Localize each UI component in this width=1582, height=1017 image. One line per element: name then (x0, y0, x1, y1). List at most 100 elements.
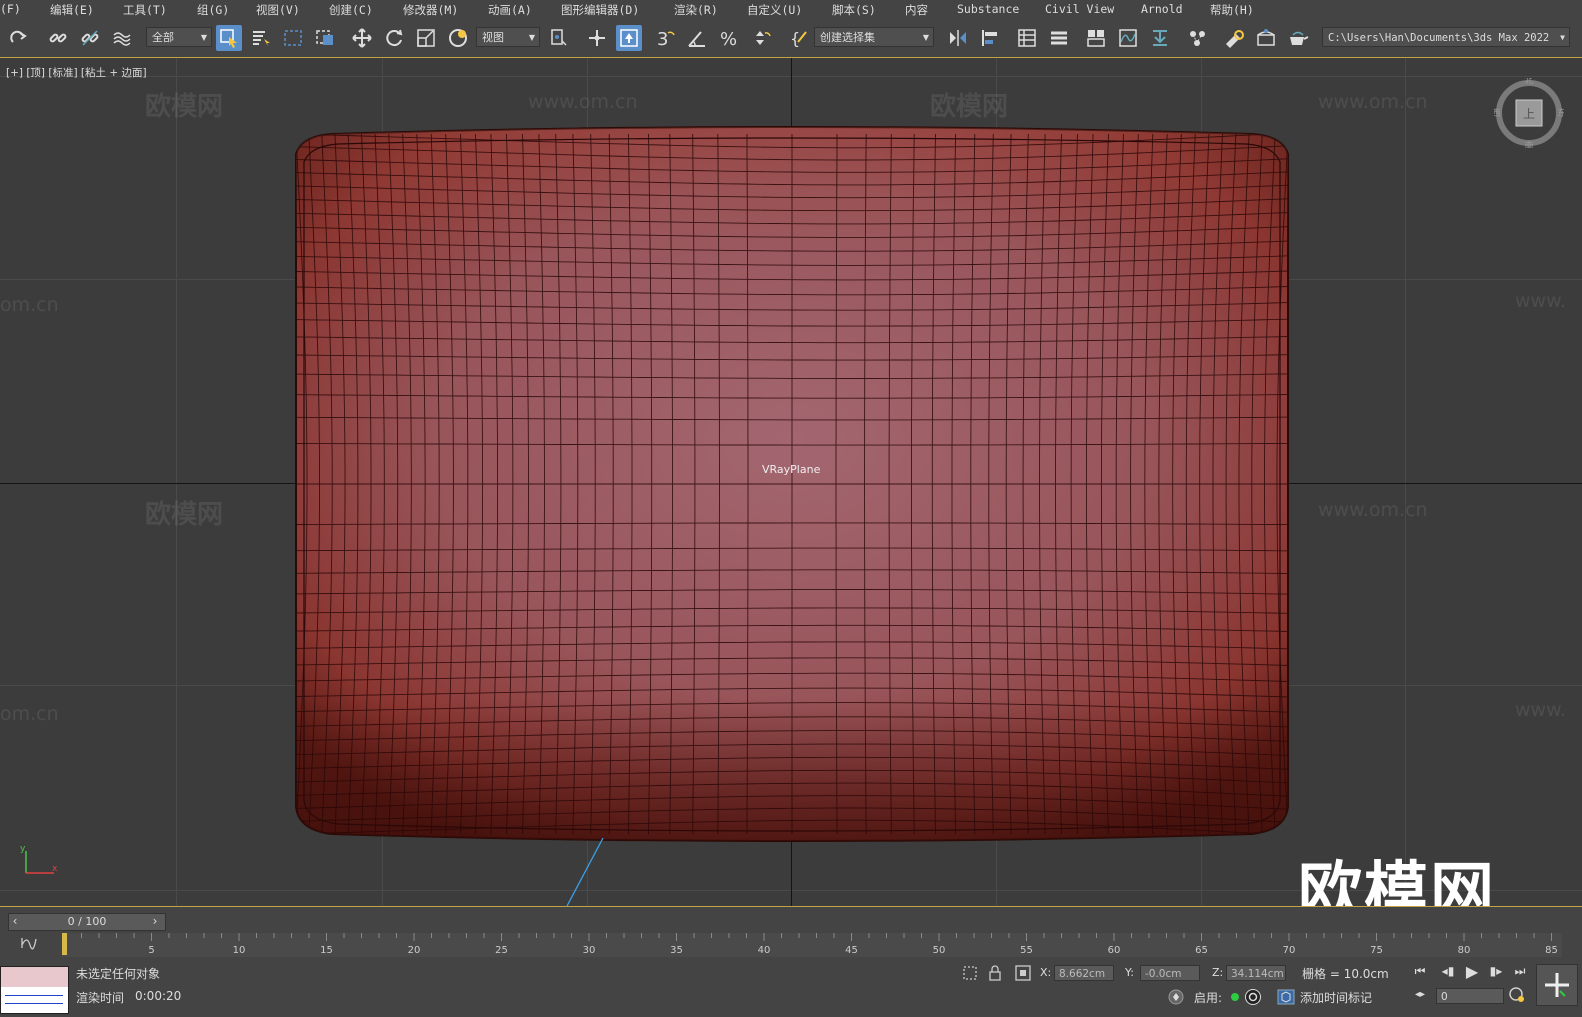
menu-rendering[interactable]: 渲染(R) (674, 2, 718, 18)
curve-editor-toggle-icon[interactable] (18, 933, 40, 953)
x-coordinate-field[interactable]: 8.662cm (1054, 965, 1114, 981)
previous-frame-icon[interactable]: ◂▮ (1438, 962, 1458, 980)
time-slider[interactable]: 0 / 100 (8, 913, 166, 931)
camera-line (566, 838, 604, 906)
go-to-start-icon[interactable]: ⏮ (1410, 962, 1430, 980)
time-configuration-icon[interactable] (1508, 986, 1526, 1004)
svg-text:西: 西 (1494, 108, 1501, 119)
time-tag-toggle-icon[interactable] (1244, 988, 1262, 1006)
viewcube[interactable]: 上 北 南 东 西 (1494, 78, 1564, 148)
prev-frame-icon[interactable]: ‹ (8, 913, 22, 929)
scene-explorer-icon[interactable] (1014, 25, 1040, 51)
menu-modifiers[interactable]: 修改器(M) (403, 2, 458, 18)
move-icon[interactable] (349, 25, 375, 51)
ruler-label: 15 (320, 945, 333, 956)
unlink-icon[interactable] (77, 25, 103, 51)
menu-tools[interactable]: 工具(T) (123, 2, 167, 18)
svg-text:东: 东 (1557, 107, 1564, 119)
placement-icon[interactable] (445, 25, 471, 51)
selection-status: 未选定任何对象 (76, 967, 161, 981)
material-editor-icon[interactable] (1184, 25, 1210, 51)
menu-edit[interactable]: 编辑(E) (50, 2, 94, 18)
align-icon[interactable] (977, 25, 1003, 51)
menu-substance[interactable]: Substance (957, 2, 1019, 16)
bind-space-warp-icon[interactable] (109, 25, 135, 51)
angle-snap-icon[interactable] (684, 25, 710, 51)
scale-icon[interactable] (413, 25, 439, 51)
key-mode-icon[interactable]: ◂▸ (1412, 986, 1428, 1002)
current-frame-field[interactable]: 0 (1436, 988, 1504, 1004)
redo-icon[interactable] (6, 25, 32, 51)
menu-create[interactable]: 创建(C) (329, 2, 373, 18)
timeline-ruler[interactable]: 5 10 15 20 25 30 35 40 45 50 55 60 65 70 75 80 85 (62, 933, 1562, 957)
viewport-navigation-icon[interactable] (1536, 964, 1578, 1006)
watermark: om.cn (0, 294, 59, 316)
menu-help[interactable]: 帮助(H) (1210, 2, 1254, 18)
curve-editor-icon[interactable] (1115, 25, 1141, 51)
project-path-dropdown[interactable]: C:\Users\Han\Documents\3ds Max 2022 ▼ (1322, 27, 1570, 47)
ruler-label: 55 (1020, 945, 1033, 956)
reference-coordinate-dropdown[interactable]: 视图 ▼ (476, 27, 540, 47)
current-frame-marker[interactable] (62, 933, 67, 955)
menu-scripting[interactable]: 脚本(S) (832, 2, 876, 18)
link-icon[interactable] (45, 25, 71, 51)
next-frame-icon[interactable]: ▮▸ (1486, 962, 1506, 980)
spinner-snap-icon[interactable] (748, 25, 774, 51)
rendered-frame-window-icon[interactable] (1253, 25, 1279, 51)
window-crossing-icon[interactable] (312, 25, 338, 51)
z-coordinate-field[interactable]: 34.114cm (1226, 965, 1286, 981)
watermark: www.om.cn (1318, 499, 1428, 521)
viewport-top[interactable]: 欧模网 www.om.cn 欧模网 www.om.cn om.cn www. 欧… (0, 58, 1582, 906)
percent-snap-icon[interactable]: % (716, 25, 742, 51)
watermark: www.om.cn (528, 91, 638, 113)
menu-graph-editors[interactable]: 图形编辑器(D) (561, 2, 639, 18)
isolate-selection-icon[interactable] (960, 964, 980, 982)
ribbon-icon[interactable] (1083, 25, 1109, 51)
watermark: www. (1515, 699, 1566, 721)
svg-text:北: 北 (1524, 78, 1533, 86)
ruler-label: 25 (495, 945, 508, 956)
snaps-toggle-icon[interactable]: 3 (652, 25, 678, 51)
go-to-end-icon[interactable]: ⏭ (1510, 962, 1530, 980)
layer-explorer-icon[interactable] (1046, 25, 1072, 51)
maxscript-listener-thumb[interactable] (0, 966, 69, 1014)
menu-group[interactable]: 组(G) (197, 2, 229, 18)
edit-named-selection-icon[interactable]: { (786, 25, 812, 51)
named-selection-set-dropdown[interactable]: 创建选择集 ▼ (814, 27, 934, 47)
rotate-icon[interactable] (381, 25, 407, 51)
render-setup-icon[interactable] (1221, 25, 1247, 51)
cushion-mesh[interactable] (282, 126, 1302, 844)
menu-file[interactable]: (F) (0, 2, 21, 16)
object-label: VRayPlane (762, 463, 821, 476)
add-time-tag[interactable]: 添加时间标记 (1300, 989, 1372, 1006)
select-object-icon[interactable] (216, 25, 242, 51)
next-frame-icon[interactable]: › (148, 913, 162, 929)
menu-civil-view[interactable]: Civil View (1045, 2, 1114, 16)
menu-arnold[interactable]: Arnold (1141, 2, 1183, 16)
adaptive-degradation-icon[interactable] (1166, 988, 1186, 1006)
time-tag-icon[interactable] (1276, 988, 1296, 1006)
watermark: www. (1515, 290, 1566, 312)
menu-views[interactable]: 视图(V) (256, 2, 300, 18)
play-icon[interactable]: ▶ (1462, 962, 1482, 981)
select-manipulate-icon[interactable] (584, 25, 610, 51)
status-bar: 未选定任何对象 渲染时间 0:00:20 X: 8.662cm Y: -0.0c… (0, 958, 1582, 1017)
rectangular-selection-icon[interactable] (280, 25, 306, 51)
pivot-center-icon[interactable] (546, 25, 572, 51)
lock-selection-icon[interactable] (986, 964, 1004, 982)
y-coordinate-field[interactable]: -0.0cm (1140, 965, 1200, 981)
menu-content[interactable]: 内容 (905, 2, 928, 18)
viewport-label[interactable]: [+] [顶] [标准] [粘土 + 边面] (6, 65, 147, 80)
mirror-icon[interactable] (945, 25, 971, 51)
ruler-label: 35 (670, 945, 683, 956)
keyboard-shortcut-override-icon[interactable] (616, 25, 642, 51)
render-production-icon[interactable] (1285, 25, 1311, 51)
absolute-mode-icon[interactable] (1014, 964, 1032, 982)
schematic-view-icon[interactable] (1147, 25, 1173, 51)
selection-filter-dropdown[interactable]: 全部 ▼ (146, 27, 212, 47)
menu-customize[interactable]: 自定义(U) (747, 2, 802, 18)
select-by-name-icon[interactable] (248, 25, 274, 51)
menu-animation[interactable]: 动画(A) (488, 2, 532, 18)
svg-text:{: { (790, 29, 800, 48)
y-label: Y: (1125, 966, 1134, 979)
